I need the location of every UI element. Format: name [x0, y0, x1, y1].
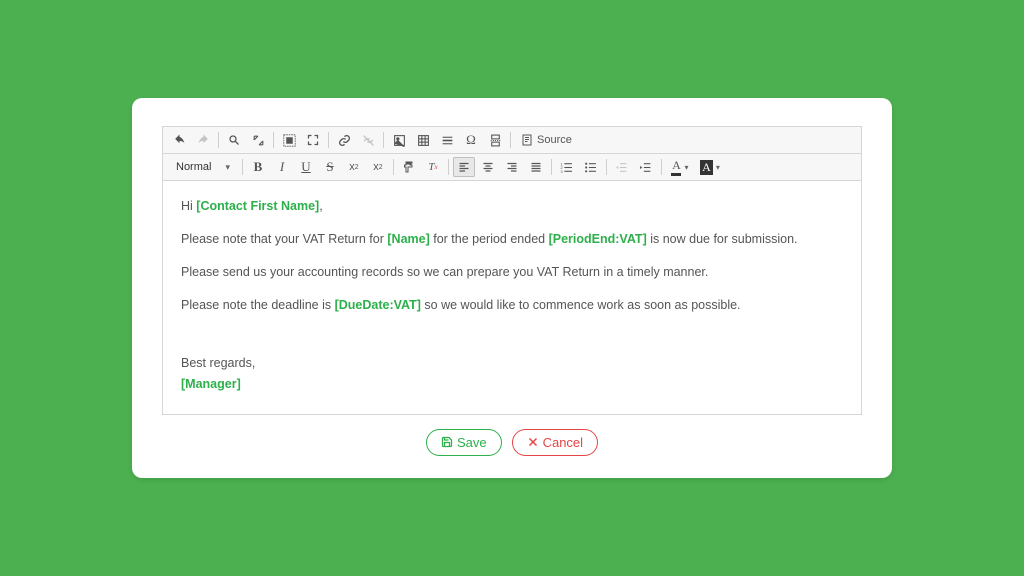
caret-down-icon: ▾	[225, 162, 230, 173]
editor-card: Ω Source Normal ▾ B I U S x2 x2	[132, 98, 892, 478]
toolbar-row-2: Normal ▾ B I U S x2 x2 Tx	[163, 154, 861, 181]
toolbar-separator	[393, 159, 394, 175]
contact-first-name-token: [Contact First Name]	[196, 199, 319, 213]
numbered-list-icon[interactable]: 123	[556, 157, 578, 177]
toolbar-separator	[448, 159, 449, 175]
align-right-icon[interactable]	[501, 157, 523, 177]
toolbar-separator	[383, 132, 384, 148]
bulleted-list-icon[interactable]	[580, 157, 602, 177]
source-button[interactable]: Source	[514, 130, 579, 150]
link-icon[interactable]	[333, 130, 355, 150]
toolbar-separator	[551, 159, 552, 175]
unlink-icon[interactable]	[357, 130, 379, 150]
replace-icon[interactable]	[247, 130, 269, 150]
italic-icon[interactable]: I	[271, 157, 293, 177]
text: is now due for submission.	[647, 232, 798, 246]
bold-icon[interactable]: B	[247, 157, 269, 177]
toolbar-separator	[510, 132, 511, 148]
vat-return-due-line: Please note that your VAT Return for [Na…	[181, 230, 843, 249]
text: Hi	[181, 199, 196, 213]
rich-text-editor: Ω Source Normal ▾ B I U S x2 x2	[162, 126, 862, 415]
cancel-label: Cancel	[543, 435, 583, 450]
text-color-icon[interactable]: A▾	[666, 157, 694, 177]
format-label: Normal	[176, 161, 211, 173]
name-token: [Name]	[387, 232, 429, 246]
text: so we would like to commence work as soo…	[421, 298, 741, 312]
toolbar-row-1: Ω Source	[163, 127, 861, 154]
strikethrough-icon[interactable]: S	[319, 157, 341, 177]
toolbar-separator	[606, 159, 607, 175]
align-center-icon[interactable]	[477, 157, 499, 177]
close-icon	[527, 436, 539, 448]
due-date-vat-token: [DueDate:VAT]	[335, 298, 421, 312]
copy-formatting-icon[interactable]	[398, 157, 420, 177]
redo-icon[interactable]	[192, 130, 214, 150]
toolbar-separator	[273, 132, 274, 148]
source-label: Source	[537, 134, 572, 146]
greeting-line: Hi [Contact First Name],	[181, 197, 843, 216]
editor-content[interactable]: Hi [Contact First Name], Please note tha…	[163, 181, 861, 414]
text: ,	[319, 199, 322, 213]
deadline-line: Please note the deadline is [DueDate:VAT…	[181, 296, 843, 315]
cancel-button[interactable]: Cancel	[512, 429, 598, 456]
page-break-icon[interactable]	[484, 130, 506, 150]
bg-color-icon[interactable]: A▾	[696, 157, 724, 177]
undo-icon[interactable]	[168, 130, 190, 150]
table-icon[interactable]	[412, 130, 434, 150]
text: Please note that your VAT Return for	[181, 232, 387, 246]
indent-icon[interactable]	[635, 157, 657, 177]
align-left-icon[interactable]	[453, 157, 475, 177]
send-records-line: Please send us your accounting records s…	[181, 263, 843, 282]
special-char-icon[interactable]: Ω	[460, 130, 482, 150]
action-buttons: Save Cancel	[162, 429, 862, 456]
manager-token: [Manager]	[181, 377, 241, 391]
find-icon[interactable]	[223, 130, 245, 150]
outdent-icon[interactable]	[611, 157, 633, 177]
select-all-icon[interactable]	[278, 130, 300, 150]
toolbar-separator	[242, 159, 243, 175]
save-button[interactable]: Save	[426, 429, 502, 456]
underline-icon[interactable]: U	[295, 157, 317, 177]
image-icon[interactable]	[388, 130, 410, 150]
align-justify-icon[interactable]	[525, 157, 547, 177]
signer-line: [Manager]	[181, 375, 843, 394]
superscript-icon[interactable]: x2	[367, 157, 389, 177]
toolbar-separator	[661, 159, 662, 175]
remove-format-icon[interactable]: Tx	[422, 157, 444, 177]
svg-text:3: 3	[561, 170, 563, 174]
subscript-icon[interactable]: x2	[343, 157, 365, 177]
text: for the period ended	[430, 232, 549, 246]
horizontal-rule-icon[interactable]	[436, 130, 458, 150]
save-label: Save	[457, 435, 487, 450]
period-end-vat-token: [PeriodEnd:VAT]	[549, 232, 647, 246]
maximize-icon[interactable]	[302, 130, 324, 150]
signoff-line: Best regards,	[181, 354, 843, 373]
toolbar-separator	[218, 132, 219, 148]
text: Please note the deadline is	[181, 298, 335, 312]
toolbar-separator	[328, 132, 329, 148]
format-dropdown[interactable]: Normal ▾	[169, 157, 237, 177]
save-icon	[441, 436, 453, 448]
